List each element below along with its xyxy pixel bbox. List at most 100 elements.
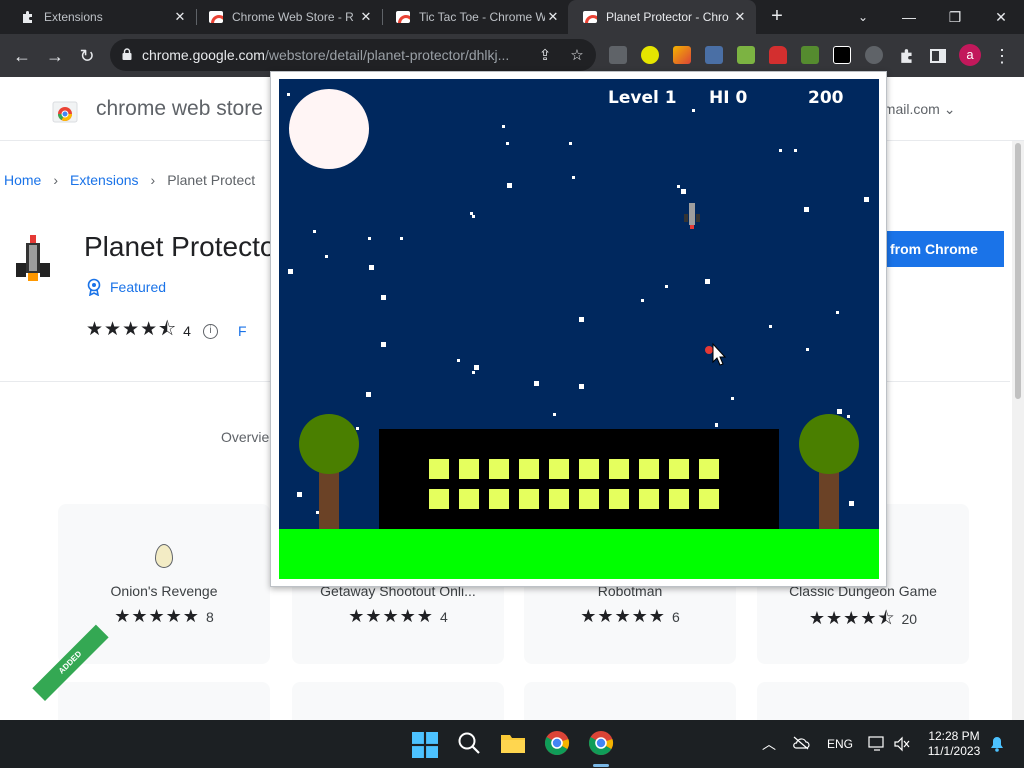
star: [457, 359, 460, 362]
star: [472, 371, 475, 374]
cloud-offline-icon[interactable]: [792, 736, 810, 750]
store-title[interactable]: chrome web store: [96, 97, 263, 121]
chrome-web-store-logo: [52, 101, 78, 123]
building-window: [549, 459, 569, 479]
back-icon[interactable]: ←: [8, 42, 36, 70]
star: [806, 348, 809, 351]
tab-extensions[interactable]: Extensions ✕: [6, 0, 196, 34]
building-window: [519, 459, 539, 479]
chrome-icon[interactable]: [544, 730, 570, 756]
share-icon[interactable]: ⇪: [536, 46, 554, 64]
tab-overview[interactable]: Overvie: [221, 429, 269, 445]
related-card[interactable]: [292, 682, 504, 720]
star: [794, 149, 797, 152]
notification-bell-icon[interactable]: [989, 736, 1005, 752]
extension-black-icon[interactable]: [833, 46, 851, 64]
profile-avatar[interactable]: a: [959, 44, 981, 66]
grass-ground: [279, 529, 879, 579]
address-bar[interactable]: chrome.google.com/webstore/detail/planet…: [110, 39, 596, 71]
card-rating-count: 8: [205, 609, 214, 625]
related-card[interactable]: [524, 682, 736, 720]
building-window: [669, 459, 689, 479]
star: [705, 279, 710, 284]
breadcrumb: Home › Extensions › Planet Protect: [4, 172, 255, 188]
game-canvas[interactable]: Level 1 HI 0 200: [279, 79, 879, 579]
language-indicator[interactable]: ENG: [827, 737, 853, 751]
restore-icon[interactable]: ❐: [932, 0, 978, 34]
score-text: 200: [808, 88, 844, 108]
file-explorer-icon[interactable]: [500, 730, 526, 756]
close-tab-icon[interactable]: ✕: [545, 9, 561, 25]
close-tab-icon[interactable]: ✕: [358, 9, 374, 25]
star: [779, 149, 782, 152]
star: [579, 317, 584, 322]
building-window: [519, 489, 539, 509]
side-panel-icon[interactable]: [924, 42, 952, 70]
tab-search-chevron-icon[interactable]: ⌄: [840, 0, 886, 34]
game-scene: Level 1 HI 0 200: [279, 79, 879, 579]
extension-grid-icon[interactable]: [705, 46, 723, 64]
extension-orange-icon[interactable]: [673, 46, 691, 64]
star: [641, 299, 644, 302]
close-window-icon[interactable]: ✕: [978, 0, 1024, 34]
tray-chevron-up-icon[interactable]: ︿: [762, 734, 776, 754]
clock[interactable]: 12:28 PM 11/1/2023: [922, 729, 986, 759]
extensions-puzzle-icon[interactable]: [893, 42, 921, 70]
url-host: chrome.google.com: [142, 47, 265, 63]
star: [325, 255, 328, 258]
extension-green-icon[interactable]: [737, 46, 755, 64]
extension-grey-icon[interactable]: [609, 46, 627, 64]
related-card[interactable]: [58, 682, 270, 720]
menu-kebab-icon[interactable]: ⋮: [988, 42, 1016, 70]
remove-from-chrome-button[interactable]: from Chrome: [868, 231, 1004, 267]
tab-tic-tac-toe[interactable]: Tic Tac Toe - Chrome W ✕: [381, 0, 569, 34]
forward-icon[interactable]: →: [41, 42, 69, 70]
chrome-web-store-icon: [208, 9, 224, 25]
star: [692, 109, 695, 112]
windows-start-icon[interactable]: [412, 732, 438, 758]
network-monitor-icon[interactable]: [868, 736, 886, 752]
related-card[interactable]: [757, 682, 969, 720]
featured-label: Featured: [110, 279, 167, 295]
rating-value: 4: [183, 323, 191, 339]
rocket-app-icon: [16, 235, 50, 281]
account-menu[interactable]: gmail.com ⌄: [876, 101, 955, 118]
featured-badge[interactable]: Featured: [86, 278, 166, 296]
card-rating: ★★★★★ 4: [292, 606, 504, 627]
star: [369, 265, 374, 270]
reload-icon[interactable]: ↻: [73, 42, 101, 70]
breadcrumb-home[interactable]: Home: [4, 172, 41, 188]
star: [849, 501, 854, 506]
minimize-icon[interactable]: —: [886, 0, 932, 34]
url-path: /webstore/detail/planet-protector/dhlkj.…: [264, 47, 510, 63]
breadcrumb-extensions[interactable]: Extensions: [70, 172, 138, 188]
new-tab-button[interactable]: +: [766, 5, 788, 27]
extension-info-icon[interactable]: [865, 46, 883, 64]
card-rating: ★★★★★ 8: [58, 606, 270, 627]
scroll-thumb[interactable]: [1015, 143, 1021, 399]
chrome-active-icon[interactable]: [588, 730, 614, 756]
card-rating-count: 6: [671, 609, 680, 625]
info-icon[interactable]: i: [202, 323, 218, 339]
extension-ghost-icon[interactable]: [769, 46, 787, 64]
rating-link[interactable]: F: [238, 323, 247, 339]
close-tab-icon[interactable]: ✕: [732, 9, 748, 25]
tab-chrome-web-store[interactable]: Chrome Web Store - R ✕: [194, 0, 382, 34]
star: [288, 269, 293, 274]
app-title: Planet Protecto: [84, 231, 276, 262]
close-tab-icon[interactable]: ✕: [172, 9, 188, 25]
extension-yellow-icon[interactable]: [641, 46, 659, 64]
card-title: Onion's Revenge: [110, 583, 218, 599]
puzzle-icon: [20, 9, 36, 25]
card-stars: ★★★★⯪: [808, 608, 896, 628]
tab-planet-protector[interactable]: Planet Protector - Chro ✕: [568, 0, 756, 34]
star: [665, 285, 668, 288]
star: [474, 365, 479, 370]
search-icon[interactable]: [456, 730, 482, 756]
star: [313, 230, 316, 233]
star: [836, 311, 839, 314]
bookmark-star-icon[interactable]: ☆: [568, 46, 586, 64]
extension-snake-icon[interactable]: [801, 46, 819, 64]
page-scrollbar[interactable]: [1012, 141, 1024, 720]
volume-muted-icon[interactable]: [894, 736, 910, 752]
